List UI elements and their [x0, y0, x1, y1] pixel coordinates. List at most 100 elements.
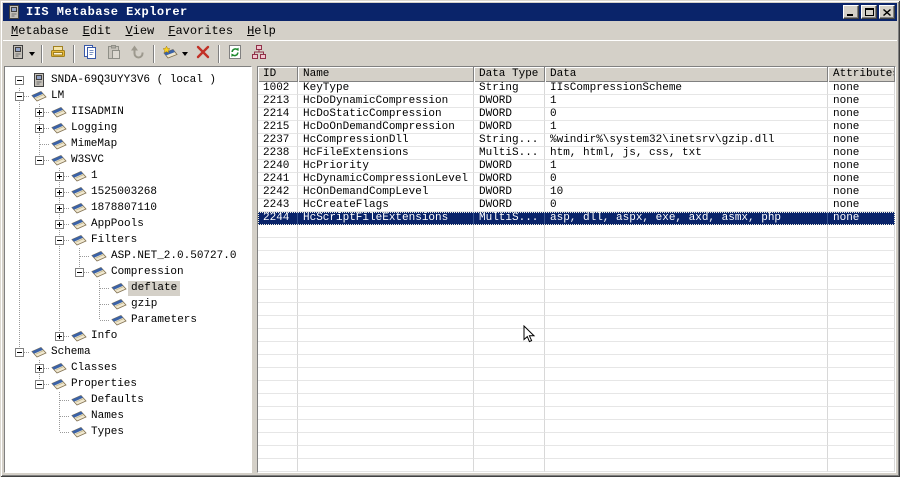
table-row[interactable]: 2240 HcPriority DWORD 1 none — [258, 160, 895, 173]
column-header-data[interactable]: Data — [545, 67, 828, 82]
tree-item-parameters[interactable]: Parameters — [5, 312, 251, 328]
tree-guide — [9, 216, 29, 232]
tree-item-mimemap[interactable]: MimeMap — [5, 136, 251, 152]
dropdown-arrow-icon[interactable] — [29, 52, 35, 59]
open-button[interactable] — [47, 43, 69, 65]
tree-item-gzip[interactable]: gzip — [5, 296, 251, 312]
tree-item-snda-69q3uyy3v6-local[interactable]: SNDA-69Q3UYY3V6 ( local ) — [5, 72, 251, 88]
collapse-minus-toggle[interactable] — [55, 236, 64, 245]
empty-cell — [298, 290, 474, 303]
copy-icon — [82, 44, 98, 63]
table-row[interactable]: 2215 HcDoOnDemandCompression DWORD 1 none — [258, 121, 895, 134]
expand-plus-toggle[interactable] — [55, 188, 64, 197]
empty-cell — [474, 420, 545, 433]
tree-item-label: Filters — [91, 233, 138, 246]
empty-row — [258, 381, 895, 394]
hierarchy-button[interactable] — [248, 43, 270, 65]
menu-item-metabase[interactable]: Metabase — [4, 22, 76, 40]
empty-cell — [298, 459, 474, 472]
expand-plus-toggle[interactable] — [35, 108, 44, 117]
empty-cell — [258, 225, 298, 238]
empty-row — [258, 420, 895, 433]
paste-button[interactable] — [103, 43, 125, 65]
tree-item-apppools[interactable]: AppPools — [5, 216, 251, 232]
tree-item-filters[interactable]: Filters — [5, 232, 251, 248]
expand-plus-toggle[interactable] — [55, 332, 64, 341]
menu-item-favorites[interactable]: Favorites — [161, 22, 240, 40]
tree-item-lm[interactable]: LM — [5, 88, 251, 104]
collapse-minus-toggle[interactable] — [15, 92, 24, 101]
tree-item-properties[interactable]: Properties — [5, 376, 251, 392]
column-header-name[interactable]: Name — [298, 67, 474, 82]
table-row[interactable]: 2241 HcDynamicCompressionLevel DWORD 0 none — [258, 173, 895, 186]
empty-cell — [545, 303, 828, 316]
collapse-minus-toggle[interactable] — [15, 76, 24, 85]
table-row[interactable]: 1002 KeyType String IIsCompressionScheme non… — [258, 82, 895, 95]
maximize-button[interactable] — [861, 5, 877, 19]
tree-item-iisadmin[interactable]: IISADMIN — [5, 104, 251, 120]
expand-plus-toggle[interactable] — [55, 204, 64, 213]
table-row[interactable]: 2214 HcDoStaticCompression DWORD 0 none — [258, 108, 895, 121]
table-row[interactable]: 2238 HcFileExtensions MultiS... htm, html, … — [258, 147, 895, 160]
expand-plus-toggle[interactable] — [35, 124, 44, 133]
table-row[interactable]: 2237 HcCompressionDll String... %windir%\sy… — [258, 134, 895, 147]
tree-item-schema[interactable]: Schema — [5, 344, 251, 360]
dropdown-arrow-icon[interactable] — [182, 52, 188, 59]
tree-item-1525003268[interactable]: 1525003268 — [5, 184, 251, 200]
expand-plus-toggle[interactable] — [55, 220, 64, 229]
table-row[interactable]: 2213 HcDoDynamicCompression DWORD 1 none — [258, 95, 895, 108]
tree-item-types[interactable]: Types — [5, 424, 251, 440]
tree-item-1[interactable]: 1 — [5, 168, 251, 184]
empty-cell — [828, 342, 895, 355]
menu-item-edit[interactable]: Edit — [76, 22, 119, 40]
tree-item-deflate[interactable]: deflate — [5, 280, 251, 296]
empty-cell — [545, 225, 828, 238]
minimize-button[interactable] — [843, 5, 859, 19]
tree-guide — [9, 376, 29, 392]
new-key-button[interactable] — [159, 43, 190, 65]
tree-item-names[interactable]: Names — [5, 408, 251, 424]
empty-cell — [545, 329, 828, 342]
cell-name: HcDynamicCompressionLevel — [298, 173, 474, 186]
tree-item-info[interactable]: Info — [5, 328, 251, 344]
tree-connector — [89, 296, 109, 312]
empty-cell — [474, 264, 545, 277]
collapse-minus-toggle[interactable] — [15, 348, 24, 357]
tree-item-classes[interactable]: Classes — [5, 360, 251, 376]
empty-cell — [258, 264, 298, 277]
connect-button[interactable] — [8, 43, 37, 65]
expand-plus-toggle[interactable] — [35, 364, 44, 373]
collapse-minus-toggle[interactable] — [75, 268, 84, 277]
column-header-id[interactable]: ID — [258, 67, 298, 82]
tree-guide — [9, 168, 29, 184]
column-header-attributes[interactable]: Attributes — [828, 67, 895, 82]
table-row[interactable]: 2244 HcScriptFileExtensions MultiS... asp, … — [258, 212, 895, 225]
cell-data: IIsCompressionScheme — [545, 82, 828, 95]
table-row[interactable]: 2242 HcOnDemandCompLevel DWORD 10 none — [258, 186, 895, 199]
tree-item-compression[interactable]: Compression — [5, 264, 251, 280]
collapse-minus-toggle[interactable] — [35, 380, 44, 389]
menu-item-view[interactable]: View — [118, 22, 161, 40]
toolbar-separator — [218, 44, 220, 63]
empty-cell — [298, 394, 474, 407]
table-row[interactable]: 2243 HcCreateFlags DWORD 0 none — [258, 199, 895, 212]
collapse-minus-toggle[interactable] — [35, 156, 44, 165]
tree-item-asp-net-2-0-50727-0[interactable]: ASP.NET_2.0.50727.0 — [5, 248, 251, 264]
tree-item-1878807110[interactable]: 1878807110 — [5, 200, 251, 216]
tree-item-w3svc[interactable]: W3SVC — [5, 152, 251, 168]
expand-plus-toggle[interactable] — [55, 172, 64, 181]
menu-item-help[interactable]: Help — [240, 22, 283, 40]
delete-button[interactable] — [192, 43, 214, 65]
tree-item-label: Types — [91, 425, 125, 438]
refresh-button[interactable] — [224, 43, 246, 65]
column-header-data-type[interactable]: Data Type — [474, 67, 545, 82]
tree-item-defaults[interactable]: Defaults — [5, 392, 251, 408]
tree-connector — [9, 88, 29, 104]
tree-item-logging[interactable]: Logging — [5, 120, 251, 136]
cell-name: KeyType — [298, 82, 474, 95]
tree-connector — [29, 376, 49, 392]
undo-button[interactable] — [127, 43, 149, 65]
copy-button[interactable] — [79, 43, 101, 65]
tree-connector — [49, 184, 69, 200]
close-button[interactable] — [879, 5, 895, 19]
